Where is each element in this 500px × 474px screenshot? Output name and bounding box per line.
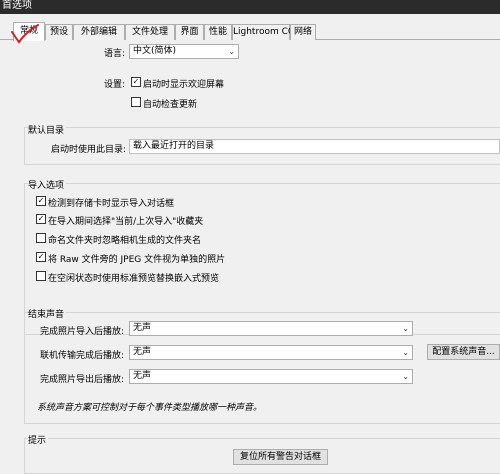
tab-general[interactable]: 常规 [13, 22, 45, 41]
export-sound-value: 无声 [133, 371, 152, 381]
import-option-label-3: 命名文件夹时忽略相机生成的文件夹名 [48, 236, 202, 246]
import-option-checkbox-5[interactable] [36, 271, 46, 281]
tab-file-handling[interactable]: 文件处理 [125, 24, 175, 40]
prompts-title: 提示 [28, 433, 49, 446]
language-label: 语言: [104, 49, 126, 59]
import-sound-value: 无声 [133, 323, 152, 333]
reset-warning-dialogs-button[interactable]: 复位所有警告对话框 [233, 449, 328, 465]
default-catalog-value: 载入最近打开的目录 [133, 141, 215, 151]
import-option-checkbox-2[interactable]: ✓ [36, 214, 46, 224]
sound-scheme-note: 系统声音方案可控制对于每个事件类型播放哪一种声音。 [37, 403, 263, 413]
auto-update-checkbox[interactable] [131, 97, 141, 107]
chevron-down-icon: ⌄ [228, 47, 235, 56]
language-value: 中文(简体) [133, 46, 177, 56]
tab-network[interactable]: 网络 [290, 24, 316, 40]
import-sound-select[interactable]: 无声 ⌄ [129, 321, 413, 336]
import-sound-label: 完成照片导入后播放: [40, 327, 125, 337]
import-option-checkbox-4[interactable]: ✓ [36, 252, 46, 262]
export-sound-select[interactable]: 无声 ⌄ [129, 369, 413, 384]
tab-performance[interactable]: 性能 [204, 24, 232, 40]
general-panel: 语言: 中文(简体) ⌄ 设置: ✓ 启动时显示欢迎屏幕 自动检查更新 默认目录… [0, 40, 500, 474]
tether-sound-select[interactable]: 无声 ⌄ [129, 345, 413, 360]
settings-label: 设置: [104, 80, 126, 90]
tab-interface[interactable]: 界面 [175, 24, 204, 40]
import-option-label-4: 将 Raw 文件旁的 JPEG 文件视为单独的照片 [48, 255, 226, 265]
export-sound-label: 完成照片导出后播放: [40, 375, 125, 385]
import-options-title: 导入选项 [28, 178, 67, 191]
language-select[interactable]: 中文(简体) ⌄ [129, 44, 239, 59]
tab-bar: 常规 预设 外部编辑 文件处理 界面 性能 Lightroom CC 网络 [0, 22, 500, 41]
import-option-label-2: 在导入期间选择"当前/上次导入"收藏夹 [48, 217, 204, 227]
auto-update-label: 自动检查更新 [143, 100, 198, 110]
default-catalog-label: 启动时使用此目录: [51, 145, 127, 155]
import-option-checkbox-3[interactable] [36, 233, 46, 243]
tether-sound-label: 联机传输完成后播放: [40, 351, 125, 361]
tether-sound-value: 无声 [133, 347, 152, 357]
import-option-label-5: 在空闲状态时使用标准预览替换嵌入式预览 [48, 274, 220, 284]
completion-sounds-title: 结束声音 [28, 307, 67, 320]
show-splash-checkbox[interactable]: ✓ [131, 77, 141, 87]
show-splash-label: 启动时显示欢迎屏幕 [143, 80, 225, 90]
tab-lightroom-cc[interactable]: Lightroom CC [232, 24, 294, 40]
chevron-down-icon: ⌄ [402, 324, 409, 333]
window-title: 首选项 [2, 0, 32, 11]
tab-external-editing[interactable]: 外部编辑 [73, 24, 125, 40]
default-catalog-select[interactable]: 载入最近打开的目录 [129, 139, 500, 154]
window-titlebar: 首选项 [0, 0, 500, 14]
configure-system-sounds-button[interactable]: 配置系统声音... [427, 344, 500, 360]
tab-presets[interactable]: 预设 [45, 24, 73, 40]
default-catalog-title: 默认目录 [28, 123, 67, 136]
import-option-checkbox-1[interactable]: ✓ [36, 196, 46, 206]
chevron-down-icon: ⌄ [402, 372, 409, 381]
chevron-down-icon: ⌄ [402, 348, 409, 357]
import-option-label-1: 检测到存储卡时显示导入对话框 [48, 199, 175, 209]
